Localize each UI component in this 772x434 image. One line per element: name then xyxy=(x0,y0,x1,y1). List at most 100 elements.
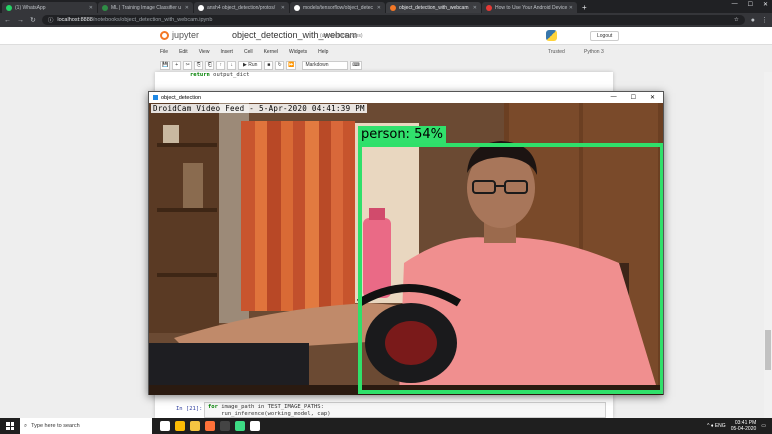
menu-item-help[interactable]: Help xyxy=(318,49,328,55)
browser-tab-strip: (1) WhatsApp ✕ ML | Training Image Classif… xyxy=(0,0,772,13)
windows-taskbar: ⌕ Type here to search ^ ♦ ENG 03:41 PM 0… xyxy=(0,418,772,434)
close-tab-icon[interactable]: ✕ xyxy=(281,5,285,11)
python-logo-icon xyxy=(546,30,557,41)
browser-tab[interactable]: models/tensorflow/object_detec ✕ xyxy=(290,2,385,13)
maximize-button[interactable]: ☐ xyxy=(748,1,753,8)
jupyter-header: jupyter object_detection_with_webcam (un… xyxy=(0,27,772,45)
notepad-icon[interactable] xyxy=(250,421,260,431)
browser-tab-label: object_detection_with_webcam xyxy=(399,4,469,11)
taskbar-search-input[interactable]: ⌕ Type here to search xyxy=(20,418,152,434)
url-host: localhost:8888 xyxy=(57,17,93,23)
cv-maximize-button[interactable]: ☐ xyxy=(631,94,636,101)
menu-item-edit[interactable]: Edit xyxy=(179,49,188,55)
save-button[interactable]: 💾 xyxy=(160,60,171,70)
start-button[interactable] xyxy=(0,418,20,434)
tray-icons[interactable]: ^ ♦ ENG xyxy=(707,423,726,429)
interrupt-button[interactable]: ■ xyxy=(264,60,274,70)
save-status: (unsaved changes) xyxy=(320,33,363,39)
restart-button[interactable]: ↻ xyxy=(275,60,285,70)
scrollbar-thumb[interactable] xyxy=(765,330,771,370)
explorer-icon[interactable] xyxy=(190,421,200,431)
logout-button[interactable]: Logout xyxy=(590,31,620,41)
url-path: /notebooks/object_detection_with_webcam.… xyxy=(92,17,213,23)
extension-icon[interactable]: ● xyxy=(751,17,755,24)
run-button[interactable]: ▶ Run xyxy=(238,60,263,70)
code-keyword: for xyxy=(208,404,218,410)
windows-logo-icon xyxy=(6,422,14,430)
new-tab-button[interactable]: + xyxy=(582,2,587,13)
clock-date: 05-04-2020 xyxy=(730,426,757,432)
app-green-icon[interactable] xyxy=(235,421,245,431)
close-tab-icon[interactable]: ✕ xyxy=(473,5,477,11)
task-view-icon[interactable] xyxy=(160,421,170,431)
menu-item-insert[interactable]: Insert xyxy=(220,49,233,55)
star-icon[interactable]: ☆ xyxy=(734,17,739,23)
menu-item-file[interactable]: File xyxy=(160,49,168,55)
move-down-button[interactable]: ↓ xyxy=(227,60,237,70)
paste-button[interactable]: ⎗ xyxy=(205,60,215,70)
close-button[interactable]: ✕ xyxy=(763,1,768,8)
jupyter-toolbar: 💾 + ✂ ⎘ ⎗ ↑ ↓ ▶ Run ■ ↻ ⏩ Markdown ⌨ xyxy=(160,60,362,70)
menu-dots-icon[interactable]: ⋮ xyxy=(761,16,768,24)
jupyter-logo[interactable]: jupyter xyxy=(160,30,199,40)
cell-prompt: In [21]: xyxy=(176,406,203,412)
terminal-icon[interactable] xyxy=(220,421,230,431)
close-tab-icon[interactable]: ✕ xyxy=(377,5,381,11)
url-input[interactable]: ⓘ localhost:8888/notebooks/object_detect… xyxy=(41,15,745,25)
browser-tab-label: ansh4 object_detection/protos/ xyxy=(207,4,276,11)
search-icon: ⌕ xyxy=(24,422,28,429)
command-palette-button[interactable]: ⌨ xyxy=(350,60,362,70)
notification-icon[interactable]: ▭ xyxy=(761,423,766,429)
code-text: output_dict xyxy=(209,72,250,78)
github-icon xyxy=(294,4,300,11)
jupyter-logo-icon xyxy=(160,30,169,40)
cell-type-select[interactable]: Markdown xyxy=(302,60,349,70)
forward-button[interactable]: → xyxy=(17,17,24,24)
cv-window-titlebar[interactable]: object_detection — ☐ ✕ xyxy=(149,92,663,103)
close-tab-icon[interactable]: ✕ xyxy=(185,5,189,11)
code-cell[interactable]: for image_path in TEST_IMAGE_PATHS: run_… xyxy=(204,402,606,418)
taskbar-clock[interactable]: 03:41 PM 05-04-2020 xyxy=(731,420,757,432)
info-icon[interactable]: ⓘ xyxy=(48,16,54,24)
reload-button[interactable]: ↻ xyxy=(30,16,36,24)
menu-item-kernel[interactable]: Kernel xyxy=(264,49,278,55)
close-tab-icon[interactable]: ✕ xyxy=(569,5,573,11)
firefox-icon[interactable] xyxy=(205,421,215,431)
trusted-indicator[interactable]: Trusted xyxy=(548,49,565,55)
whatsapp-icon xyxy=(6,4,12,11)
code-line-return: return output_dict xyxy=(190,72,250,78)
close-tab-icon[interactable]: ✕ xyxy=(89,5,93,11)
browser-tab[interactable]: (1) WhatsApp ✕ xyxy=(2,2,97,13)
code-keyword: return xyxy=(190,72,210,78)
droidcam-feed-caption: DroidCam Video Feed - 5-Apr-2020 04:41:3… xyxy=(151,104,367,113)
restart-run-all-button[interactable]: ⏩ xyxy=(286,60,297,70)
gfg-icon xyxy=(102,4,108,11)
jupyter-logo-text: jupyter xyxy=(172,30,200,40)
browser-tab[interactable]: ML | Training Image Classifier u ✕ xyxy=(98,2,193,13)
move-up-button[interactable]: ↑ xyxy=(216,60,226,70)
browser-tab[interactable]: object_detection_with_webcam ✕ xyxy=(386,2,481,13)
menu-item-cell[interactable]: Cell xyxy=(244,49,253,55)
system-tray: ^ ♦ ENG 03:41 PM 05-04-2020 ▭ xyxy=(707,420,772,432)
cut-button[interactable]: ✂ xyxy=(183,60,193,70)
insert-cell-button[interactable]: + xyxy=(172,60,182,70)
minimize-button[interactable]: — xyxy=(732,1,738,8)
menu-item-widgets[interactable]: Widgets xyxy=(289,49,307,55)
cv-minimize-button[interactable]: — xyxy=(611,94,617,101)
search-placeholder: Type here to search xyxy=(31,423,80,429)
taskbar-app-icons xyxy=(160,421,260,431)
browser-tab[interactable]: ansh4 object_detection/protos/ ✕ xyxy=(194,2,289,13)
cv-close-button[interactable]: ✕ xyxy=(650,94,655,101)
browser-window-controls: — ☐ ✕ xyxy=(732,1,768,8)
jupyter-icon xyxy=(390,4,396,11)
back-button[interactable]: ← xyxy=(4,17,11,24)
address-bar: ← → ↻ ⓘ localhost:8888/notebooks/object_… xyxy=(0,13,772,27)
kernel-indicator: Python 3 xyxy=(584,49,604,55)
browser-tab[interactable]: How to Use Your Android Device ✕ xyxy=(482,2,577,13)
code-line-2: run_inference(working_model, cap) xyxy=(208,411,331,417)
copy-button[interactable]: ⎘ xyxy=(194,60,204,70)
menu-item-view[interactable]: View xyxy=(199,49,210,55)
droidcam-icon xyxy=(486,4,492,11)
browser-tab-label: models/tensorflow/object_detec xyxy=(303,4,374,11)
chrome-icon[interactable] xyxy=(175,421,185,431)
